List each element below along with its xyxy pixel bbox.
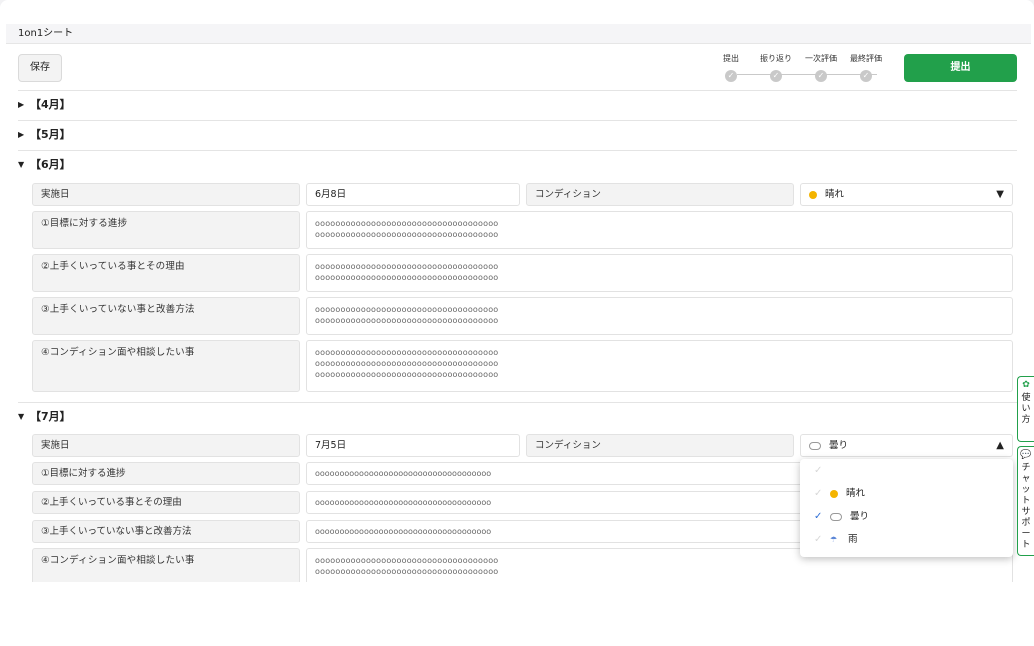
- usage-guide-label: 使い方: [1021, 393, 1031, 425]
- section-may[interactable]: ▶ 【5月】: [18, 120, 1017, 148]
- section-june[interactable]: ▼ 【6月】: [18, 150, 1017, 178]
- condition-dropdown-menu: ✓ ✓ 晴れ ✓ 曇り ✓ ☂ 雨: [800, 459, 1013, 557]
- condition-label: コンディション: [526, 434, 794, 457]
- triangle-down-icon: ▼: [18, 412, 25, 421]
- check-icon: ✓: [814, 534, 823, 545]
- question-label: ②上手くいっている事とその理由: [32, 491, 300, 514]
- check-icon: ✓: [860, 70, 872, 82]
- step-review: 振り返り ✓: [760, 54, 792, 82]
- cloud-icon: [809, 441, 821, 450]
- check-icon: ✓: [814, 465, 823, 476]
- question-label: ①目標に対する進捗: [32, 211, 300, 249]
- sun-icon: [830, 489, 838, 498]
- sun-icon: [809, 190, 817, 199]
- check-icon: ✓: [770, 70, 782, 82]
- section-april[interactable]: ▶ 【4月】: [18, 90, 1017, 118]
- question-label: ②上手くいっている事とその理由: [32, 254, 300, 292]
- answer-textarea[interactable]: oooooooooooooooooooooooooooooooooooo oooo…: [306, 340, 1013, 392]
- date-label: 実施日: [32, 183, 300, 206]
- usage-guide-tab[interactable]: ✿ 使い方: [1017, 376, 1034, 442]
- triangle-right-icon: ▶: [18, 130, 25, 139]
- step-submit: 提出 ✓: [723, 54, 739, 82]
- section-july[interactable]: ▼ 【7月】: [18, 402, 1017, 430]
- cloud-icon: [830, 512, 842, 521]
- date-field[interactable]: 6月8日: [306, 183, 520, 206]
- progress-steps: 提出 ✓ 振り返り ✓ 一次評価 ✓ 最終評価 ✓: [720, 53, 895, 87]
- save-button[interactable]: 保存: [18, 54, 62, 82]
- condition-select[interactable]: 曇り ▲: [800, 434, 1013, 457]
- chat-support-tab[interactable]: 💬 チャットサポート: [1017, 446, 1034, 556]
- date-field[interactable]: 7月5日: [306, 434, 520, 457]
- check-icon: ✓: [814, 511, 823, 522]
- page-footer-space: [0, 582, 1034, 646]
- dropdown-option-sunny[interactable]: ✓ 晴れ: [800, 482, 1013, 505]
- question-label: ③上手くいっていない事と改善方法: [32, 520, 300, 543]
- page-title: 1on1シート: [6, 24, 1031, 44]
- answer-textarea[interactable]: oooooooooooooooooooooooooooooooooooo oooo…: [306, 254, 1013, 292]
- umbrella-icon: ☂: [830, 535, 838, 544]
- date-label: 実施日: [32, 434, 300, 457]
- dropdown-option-empty[interactable]: ✓: [800, 459, 1013, 482]
- chat-bubble-icon: 💬: [1020, 450, 1032, 460]
- check-icon: ✓: [725, 70, 737, 82]
- triangle-right-icon: ▶: [18, 100, 25, 109]
- check-icon: ✓: [815, 70, 827, 82]
- app-window: 1on1シート 保存 提出 ✓ 振り返り ✓ 一次評価 ✓ 最終評価 ✓ 提出 ▶ 【4月…: [0, 0, 1034, 646]
- question-label: ④コンディション面や相談したい事: [32, 340, 300, 392]
- caret-down-icon: ▼: [996, 189, 1004, 200]
- condition-label: コンディション: [526, 183, 794, 206]
- submit-button[interactable]: 提出: [904, 54, 1017, 82]
- step-first-eval: 一次評価 ✓: [805, 54, 837, 82]
- condition-select[interactable]: 晴れ ▼: [800, 183, 1013, 206]
- question-label: ③上手くいっていない事と改善方法: [32, 297, 300, 335]
- caret-up-icon: ▲: [996, 440, 1004, 451]
- answer-textarea[interactable]: oooooooooooooooooooooooooooooooooooo oooo…: [306, 297, 1013, 335]
- chat-support-label: チャットサポート: [1021, 463, 1031, 550]
- step-final-eval: 最終評価 ✓: [850, 54, 882, 82]
- dropdown-option-rain[interactable]: ✓ ☂ 雨: [800, 528, 1013, 551]
- answer-textarea[interactable]: oooooooooooooooooooooooooooooooooooo oooo…: [306, 211, 1013, 249]
- dropdown-option-cloudy[interactable]: ✓ 曇り: [800, 505, 1013, 528]
- check-icon: ✓: [814, 488, 823, 499]
- triangle-down-icon: ▼: [18, 160, 25, 169]
- question-label: ①目標に対する進捗: [32, 462, 300, 485]
- gear-icon: ✿: [1022, 380, 1030, 390]
